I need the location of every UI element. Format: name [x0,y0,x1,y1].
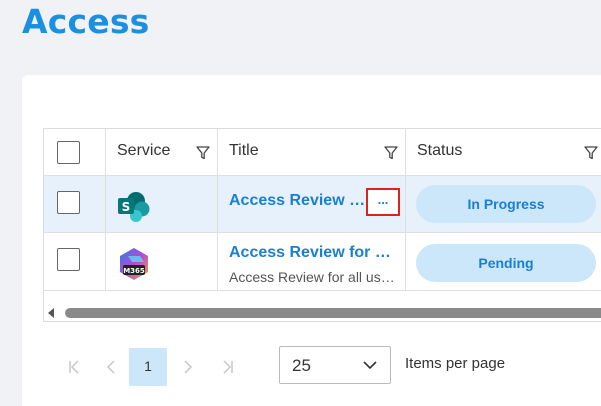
filter-icon[interactable] [584,146,598,160]
table-row[interactable]: S Access Review for SharePoint ... In Pr… [44,176,601,233]
more-options-button[interactable]: ... [366,188,400,216]
access-reviews-table: Service Title Status S Access Review fo … [43,128,601,322]
table-header-row: Service Title Status [44,129,601,176]
service-cell: M365 [106,233,218,290]
review-title-link[interactable]: Access Review for SharePoint [229,192,367,210]
sharepoint-icon: S [118,192,150,222]
scrollbar-thumb[interactable] [65,308,601,318]
status-cell: In Progress [406,176,601,232]
select-all-checkbox[interactable] [57,141,80,164]
status-column-header[interactable]: Status [417,142,462,160]
filter-icon[interactable] [196,146,210,160]
next-page-icon[interactable] [169,348,207,386]
status-badge[interactable]: Pending [416,244,596,282]
review-description: Access Review for all users [229,269,395,285]
header-checkbox-cell [44,129,106,175]
items-per-page-label: Items per page [405,355,506,372]
first-page-icon[interactable] [55,348,93,386]
row-checkbox[interactable] [57,248,80,271]
header-status-cell[interactable]: Status [406,129,601,175]
title-column-header[interactable]: Title [229,142,259,160]
scroll-left-icon[interactable] [48,308,54,318]
horizontal-scrollbar[interactable] [44,305,601,321]
page-title: Access [22,2,150,41]
page-size-select[interactable]: 25 [279,346,391,384]
page-1-button[interactable]: 1 [129,348,167,386]
filter-icon[interactable] [384,146,398,160]
status-badge[interactable]: In Progress [416,185,596,223]
last-page-icon[interactable] [209,348,247,386]
m365-icon: M365 [120,248,148,280]
table-row[interactable]: M365 Access Review for all users Access … [44,233,601,291]
svg-text:M365: M365 [123,267,145,275]
status-cell: Pending [406,233,601,290]
service-column-header[interactable]: Service [117,142,170,160]
page-size-value: 25 [292,356,311,375]
row-checkbox-cell [44,233,106,290]
previous-page-icon[interactable] [92,348,130,386]
header-service-cell[interactable]: Service [106,129,218,175]
service-cell: S [106,176,218,232]
row-checkbox-cell [44,176,106,232]
review-title-link[interactable]: Access Review for all users [229,244,395,262]
title-cell: Access Review for all users Access Revie… [218,233,406,290]
chevron-down-icon [363,361,377,370]
row-checkbox[interactable] [57,191,80,214]
svg-text:S: S [122,200,131,214]
title-cell: Access Review for SharePoint ... [218,176,406,232]
header-title-cell[interactable]: Title [218,129,406,175]
